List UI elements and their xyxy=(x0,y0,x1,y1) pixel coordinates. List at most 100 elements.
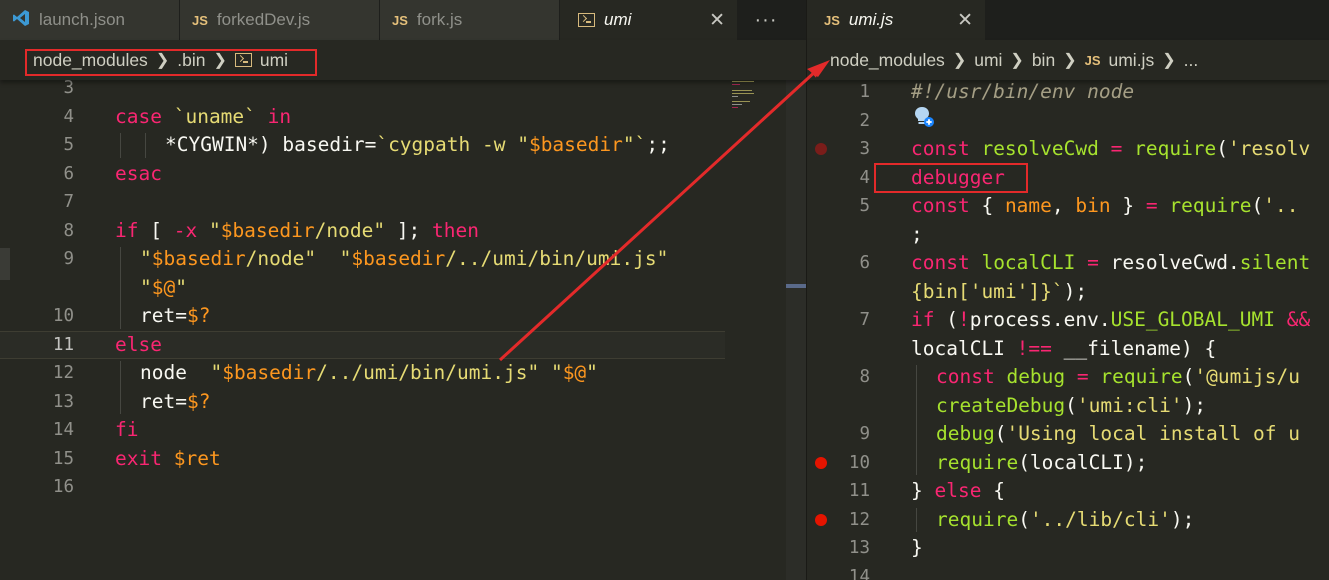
code-token: '@umijs/u xyxy=(1194,365,1301,388)
close-icon[interactable]: ✕ xyxy=(957,9,973,32)
breadcrumb: node_modules ❯ umi ❯ bin ❯ JS umi.js ❯ .… xyxy=(806,40,1329,80)
code-token: *CYGWIN*) basedir= xyxy=(165,133,377,156)
code-token: !== xyxy=(1016,336,1052,360)
code-text: esac xyxy=(115,160,162,188)
editor-group-divider[interactable] xyxy=(806,0,807,580)
right-tab-bar: JS umi.js ✕ xyxy=(806,0,1329,40)
tab-forkeddev-js[interactable]: JS forkedDev.js xyxy=(180,0,380,40)
code-token: { xyxy=(969,194,1005,217)
breadcrumb-item[interactable]: ... xyxy=(1184,50,1199,71)
chevron-right-icon: ❯ xyxy=(155,52,170,69)
code-token: " xyxy=(339,247,352,270)
js-file-icon: JS xyxy=(824,12,840,28)
breadcrumb-item[interactable]: node_modules xyxy=(830,50,945,71)
code-line[interactable]: {bin['umi']}`); xyxy=(806,278,1329,306)
chevron-right-icon: ❯ xyxy=(1010,52,1024,69)
code-text: case `uname` in xyxy=(115,103,291,131)
code-token: -x xyxy=(173,218,198,242)
code-token: resolveCwd xyxy=(981,137,1099,160)
breadcrumb-item[interactable]: node_modules xyxy=(33,50,148,71)
more-actions-button[interactable]: ··· xyxy=(738,0,794,40)
code-token: require xyxy=(1134,137,1217,160)
code-token: ); xyxy=(1170,507,1195,531)
code-line[interactable]: 14 xyxy=(806,563,1329,580)
right-editor-group: JS umi.js ✕ node_modules ❯ umi ❯ bin ❯ J… xyxy=(806,0,1329,580)
code-line[interactable]: 7 if (!process.env.USE_GLOBAL_UMI && xyxy=(806,306,1329,334)
breakpoint-icon[interactable] xyxy=(815,456,827,469)
line-number: 13 xyxy=(52,391,74,412)
code-text: const { name, bin } = require('.. xyxy=(911,192,1299,220)
code-line[interactable]: 11} else { xyxy=(806,477,1329,505)
breadcrumb-item[interactable]: .bin xyxy=(177,50,205,71)
breadcrumb-item[interactable]: umi xyxy=(260,50,288,71)
code-token: /node" xyxy=(245,247,317,270)
left-editor-group: launch.json JS forkedDev.js JS fork.js u… xyxy=(0,0,806,580)
breadcrumb-item[interactable]: bin xyxy=(1032,50,1055,71)
code-line[interactable]: 6 const localCLI = resolveCwd.silent xyxy=(806,249,1329,277)
code-line[interactable]: 12 require('../lib/cli'); xyxy=(806,506,1329,534)
code-line[interactable]: 9 debug('Using local install of u xyxy=(806,420,1329,448)
tab-fork-js[interactable]: JS fork.js xyxy=(380,0,560,40)
indent-guide xyxy=(916,365,917,475)
code-text: if [ -x "$basedir/node" ]; then xyxy=(115,217,479,245)
tab-umi[interactable]: umi ✕ xyxy=(560,0,738,40)
code-line[interactable]: 3 const resolveCwd = require('resolv xyxy=(806,135,1329,163)
code-line[interactable]: 4 debugger xyxy=(806,164,1329,192)
code-token: = xyxy=(1076,365,1089,388)
code-token: , xyxy=(1051,194,1076,217)
line-number: 8 xyxy=(859,367,870,387)
breadcrumb-item[interactable]: umi.js xyxy=(1109,50,1155,71)
code-line[interactable]: 5 const { name, bin } = require('.. xyxy=(806,192,1329,220)
code-token: " xyxy=(210,361,223,384)
code-line[interactable]: 7 xyxy=(0,188,806,216)
code-token: process.env. xyxy=(969,308,1111,331)
code-line[interactable]: 4 case `uname` in xyxy=(0,103,806,131)
code-text: fi xyxy=(115,416,138,444)
code-token: else xyxy=(934,479,982,502)
code-line[interactable]: 2 xyxy=(806,107,1329,135)
breadcrumb-item[interactable]: umi xyxy=(974,50,1002,71)
code-token: ( xyxy=(1018,507,1030,531)
code-token: = xyxy=(1087,251,1099,274)
code-text: require('../lib/cli'); xyxy=(936,506,1194,534)
line-number: 16 xyxy=(52,477,74,497)
close-icon[interactable]: ✕ xyxy=(709,9,725,32)
code-line[interactable]: 8 if [ -x "$basedir/node" ]; then xyxy=(0,217,806,245)
code-line[interactable]: 6 esac xyxy=(0,160,806,188)
code-token: `cygpath -w " xyxy=(376,133,529,156)
code-line[interactable]: 15 exit $ret xyxy=(0,445,806,473)
code-line[interactable]: 1 #!/usr/bin/env node xyxy=(806,78,1329,106)
code-text: node "$basedir/../umi/bin/umi.js" "$@" xyxy=(140,359,598,387)
code-line[interactable]: localCLI !== __filename) { xyxy=(806,335,1329,363)
code-token: `uname` xyxy=(173,104,256,128)
code-text: ret=$? xyxy=(140,388,210,416)
tab-umi-js[interactable]: JS umi.js ✕ xyxy=(806,0,986,40)
breakpoint-icon[interactable] xyxy=(815,513,827,526)
code-line[interactable]: 13} xyxy=(806,534,1329,562)
code-line[interactable]: ; xyxy=(806,221,1329,249)
code-token: && xyxy=(1286,308,1311,331)
code-line[interactable]: 11 else xyxy=(0,331,806,359)
code-line[interactable]: 16 xyxy=(0,473,806,501)
tab-launch-json[interactable]: launch.json xyxy=(0,0,180,40)
line-number: 11 xyxy=(52,334,74,355)
line-number: 9 xyxy=(859,424,870,444)
code-token: 'Using local install of u xyxy=(1006,422,1300,445)
code-token: ); xyxy=(1063,279,1088,303)
code-token: bin xyxy=(1075,194,1111,217)
breakpoint-icon[interactable] xyxy=(815,143,827,155)
line-number: 7 xyxy=(859,310,870,330)
code-line[interactable]: 10 require(localCLI); xyxy=(806,449,1329,477)
code-line[interactable]: 8 const debug = require('@umijs/u xyxy=(806,363,1329,391)
line-number: 11 xyxy=(848,481,870,501)
code-line[interactable]: 14 fi xyxy=(0,416,806,444)
code-token: __filename) { xyxy=(1051,336,1217,360)
code-token: ( xyxy=(1251,194,1264,217)
code-line[interactable]: createDebug('umi:cli'); xyxy=(806,392,1329,420)
code-token: debugger xyxy=(911,165,1005,189)
